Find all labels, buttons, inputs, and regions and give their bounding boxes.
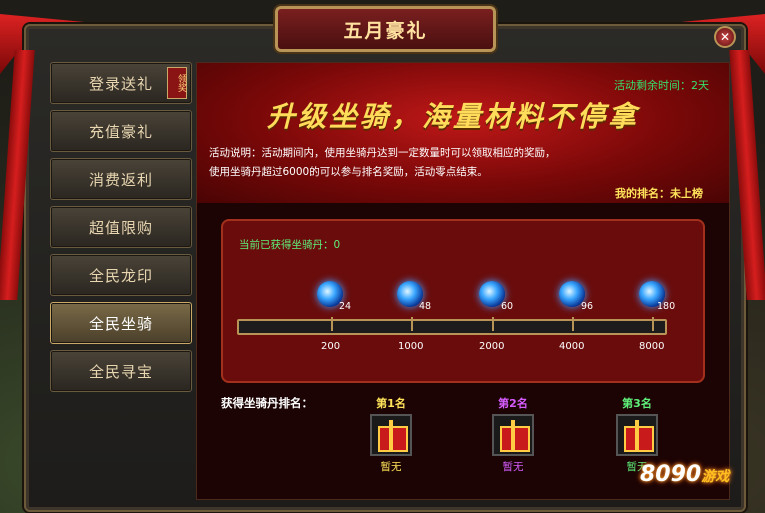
claim-badge: 领奖 bbox=[167, 67, 187, 99]
watermark-text: 8090 bbox=[640, 462, 702, 487]
main-panel: 活动剩余时间：2天 升级坐骑，海量材料不停拿 活动说明：活动期间内，使用坐骑丹达… bbox=[196, 62, 730, 500]
close-icon[interactable]: ✕ bbox=[714, 26, 736, 48]
watermark-logo: 8090游戏 bbox=[640, 462, 729, 487]
tab-label: 消费返利 bbox=[88, 170, 153, 189]
sidebar: 登录送礼 领奖 充值豪礼 消费返利 超值限购 全民龙印 全民坐骑 全民寻宝 bbox=[50, 62, 192, 398]
window-title: 五月豪礼 bbox=[343, 19, 428, 42]
progress-tick bbox=[331, 317, 333, 331]
gift-box-icon[interactable] bbox=[616, 414, 658, 456]
threshold-label: 1000 bbox=[398, 341, 424, 352]
progress-tick bbox=[492, 317, 494, 331]
threshold-label: 200 bbox=[321, 341, 341, 352]
tab-login-gift[interactable]: 登录送礼 领奖 bbox=[50, 62, 192, 104]
rank-holder: 暂无 bbox=[502, 461, 524, 473]
gift-box-icon[interactable] bbox=[492, 414, 534, 456]
reward-count: 96 bbox=[581, 301, 594, 312]
rank-first: 第1名 暂无 bbox=[361, 395, 421, 474]
progress-bar bbox=[237, 319, 667, 335]
threshold-label: 4000 bbox=[559, 341, 585, 352]
reward-count: 48 bbox=[419, 301, 432, 312]
tab-label: 充值豪礼 bbox=[88, 122, 153, 141]
reward-count: 60 bbox=[501, 301, 514, 312]
tab-dragon-seal[interactable]: 全民龙印 bbox=[50, 254, 192, 296]
remaining-time: 活动剩余时间：2天 bbox=[614, 79, 709, 92]
tab-mount[interactable]: 全民坐骑 bbox=[50, 302, 192, 344]
rank-label: 第2名 bbox=[498, 397, 528, 410]
ranking-title: 获得坐骑丹排名： bbox=[221, 396, 313, 410]
tab-label: 超值限购 bbox=[88, 218, 153, 237]
progress-panel: 当前已获得坐骑丹：0 24 48 60 96 180 200 1000 2000… bbox=[221, 219, 705, 383]
tab-limited-purchase[interactable]: 超值限购 bbox=[50, 206, 192, 248]
watermark-sub: 游戏 bbox=[701, 469, 730, 485]
rank-label: 第3名 bbox=[622, 397, 652, 410]
event-banner: 活动剩余时间：2天 升级坐骑，海量材料不停拿 活动说明：活动期间内，使用坐骑丹达… bbox=[197, 63, 729, 203]
threshold-label: 8000 bbox=[639, 341, 665, 352]
event-slogan: 升级坐骑，海量材料不停拿 bbox=[267, 100, 640, 133]
tab-treasure-hunt[interactable]: 全民寻宝 bbox=[50, 350, 192, 392]
tab-label: 全民龙印 bbox=[88, 266, 153, 285]
window-title-plate: 五月豪礼 bbox=[275, 6, 496, 52]
event-description-line2: 使用坐骑丹超过6000的可以参与排名奖励，活动零点结束。 bbox=[209, 166, 488, 178]
gift-box-icon[interactable] bbox=[370, 414, 412, 456]
tab-label: 全民寻宝 bbox=[88, 362, 153, 381]
current-count: 当前已获得坐骑丹：0 bbox=[239, 239, 341, 251]
my-rank: 我的排名：未上榜 bbox=[615, 187, 703, 200]
progress-tick bbox=[572, 317, 574, 331]
event-description-line1: 活动说明：活动期间内，使用坐骑丹达到一定数量时可以领取相应的奖励， bbox=[209, 147, 556, 159]
rank-holder: 暂无 bbox=[380, 461, 402, 473]
rank-second: 第2名 暂无 bbox=[483, 395, 543, 474]
progress-tick bbox=[411, 317, 413, 331]
tab-label: 全民坐骑 bbox=[88, 314, 153, 333]
reward-count: 180 bbox=[657, 301, 676, 312]
tab-label: 登录送礼 bbox=[88, 74, 153, 93]
reward-count: 24 bbox=[339, 301, 352, 312]
progress-tick bbox=[652, 317, 654, 331]
tab-recharge-gift[interactable]: 充值豪礼 bbox=[50, 110, 192, 152]
rank-label: 第1名 bbox=[376, 397, 406, 410]
threshold-label: 2000 bbox=[479, 341, 505, 352]
tab-spending-rebate[interactable]: 消费返利 bbox=[50, 158, 192, 200]
